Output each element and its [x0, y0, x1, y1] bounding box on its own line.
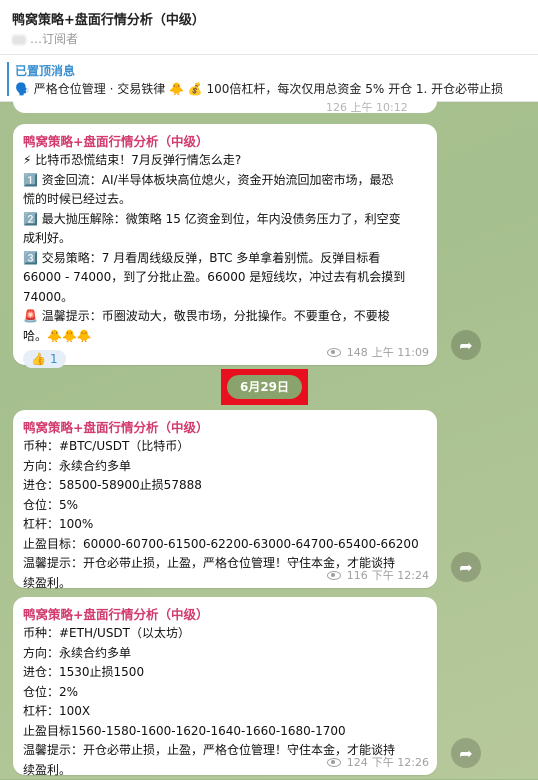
message-line: 币种：#BTC/USDT（比特币）: [23, 437, 427, 457]
share-icon: ➦: [459, 744, 472, 763]
message-line: 慌的时候已经过去。: [23, 190, 427, 210]
share-icon: ➦: [459, 558, 472, 577]
message-time: 下午 12:26: [372, 754, 429, 770]
message-line: 仓位：2%: [23, 683, 427, 703]
message-line: 1️⃣ 资金回流：AI/半导体板块高位熄火，资金开始流回加密市场，最恐: [23, 171, 427, 191]
blurred-count: [12, 35, 26, 45]
reaction-thumbs-up[interactable]: 👍 1: [23, 350, 66, 368]
pinned-message-bar[interactable]: 已置顶消息 🗣️ 严格仓位管理 · 交易铁律 🐥 💰 100倍杠杆，每次仅用总资…: [0, 55, 538, 102]
message-meta: 124 下午 12:26: [327, 754, 429, 770]
share-button[interactable]: ➦: [451, 552, 481, 582]
message-line: 止盈目标1560-1580-1600-1620-1640-1660-1680-1…: [23, 722, 427, 742]
message-line: 成利好。: [23, 229, 427, 249]
reaction-count: 1: [50, 352, 58, 366]
message-line: ⚡ 比特币恐慌结束！7月反弹行情怎么走?: [23, 151, 427, 171]
message-time: 下午 12:24: [372, 567, 429, 583]
message-line: 杠杆：100X: [23, 702, 427, 722]
channel-title: 鸭窝策略+盘面行情分析（中级）: [12, 9, 205, 28]
view-count: 116: [347, 569, 368, 582]
message-line: 66000 - 74000，到了分批止盈。66000 是短线坎，冲过去有机会摸到: [23, 268, 427, 288]
message-line: 币种：#ETH/USDT（以太坊）: [23, 624, 427, 644]
message-line: 🚨 温馨提示：币圈波动大，敬畏市场，分批操作。不要重仓，不要梭: [23, 307, 427, 327]
message-bubble[interactable]: 鸭窝策略+盘面行情分析（中级） ⚡ 比特币恐慌结束！7月反弹行情怎么走?1️⃣ …: [13, 124, 437, 365]
message-meta: 148 上午 11:09: [327, 344, 429, 360]
message-sender[interactable]: 鸭窝策略+盘面行情分析（中级）: [23, 605, 427, 624]
message-time: 上午 11:09: [372, 344, 429, 360]
message-bubble[interactable]: 鸭窝策略+盘面行情分析（中级） 币种：#BTC/USDT（比特币）方向：永续合约…: [13, 410, 437, 588]
message-line: 方向：永续合约多单: [23, 457, 427, 477]
message-sender[interactable]: 鸭窝策略+盘面行情分析（中级）: [23, 418, 427, 437]
message-line: 方向：永续合约多单: [23, 644, 427, 664]
previous-message-meta: 126 上午 10:12: [326, 99, 408, 115]
message-sender[interactable]: 鸭窝策略+盘面行情分析（中级）: [23, 132, 427, 151]
pinned-text: 🗣️ 严格仓位管理 · 交易铁律 🐥 💰 100倍杠杆，每次仅用总资金 5% 开…: [15, 80, 535, 97]
view-count: 148: [347, 346, 368, 359]
message-line: 仓位：5%: [23, 496, 427, 516]
date-separator-highlight: 6月29日: [221, 369, 308, 405]
pinned-indicator: [7, 62, 9, 96]
message-bubble[interactable]: 鸭窝策略+盘面行情分析（中级） 币种：#ETH/USDT（以太坊）方向：永续合约…: [13, 597, 437, 775]
share-icon: ➦: [459, 336, 472, 355]
message-text: ⚡ 比特币恐慌结束！7月反弹行情怎么走?1️⃣ 资金回流：AI/半导体板块高位熄…: [23, 151, 427, 346]
thumbs-up-icon: 👍: [31, 352, 46, 366]
message-line: 进仓：1530止损1500: [23, 663, 427, 683]
message-line: 2️⃣ 最大抛压解除：微策略 15 亿资金到位，年内没债务压力了，利空变: [23, 210, 427, 230]
message-line: 杠杆：100%: [23, 515, 427, 535]
view-count: 124: [347, 756, 368, 769]
message-meta: 116 下午 12:24: [327, 567, 429, 583]
subscriber-count: …订阅者: [12, 30, 78, 47]
message-line: 3️⃣ 交易策略：7 月看周线级反弹，BTC 多单拿着别慌。反弹目标看: [23, 249, 427, 269]
chat-header[interactable]: 鸭窝策略+盘面行情分析（中级） …订阅者: [0, 0, 538, 55]
eye-icon: [327, 758, 341, 767]
message-line: 74000。: [23, 288, 427, 308]
share-button[interactable]: ➦: [451, 738, 481, 768]
pinned-title: 已置顶消息: [15, 62, 75, 79]
date-separator: 6月29日: [227, 375, 302, 399]
eye-icon: [327, 348, 341, 357]
share-button[interactable]: ➦: [451, 330, 481, 360]
message-line: 进仓：58500-58900止损57888: [23, 476, 427, 496]
message-line: 止盈目标：60000-60700-61500-62200-63000-64700…: [23, 535, 427, 555]
eye-icon: [327, 571, 341, 580]
